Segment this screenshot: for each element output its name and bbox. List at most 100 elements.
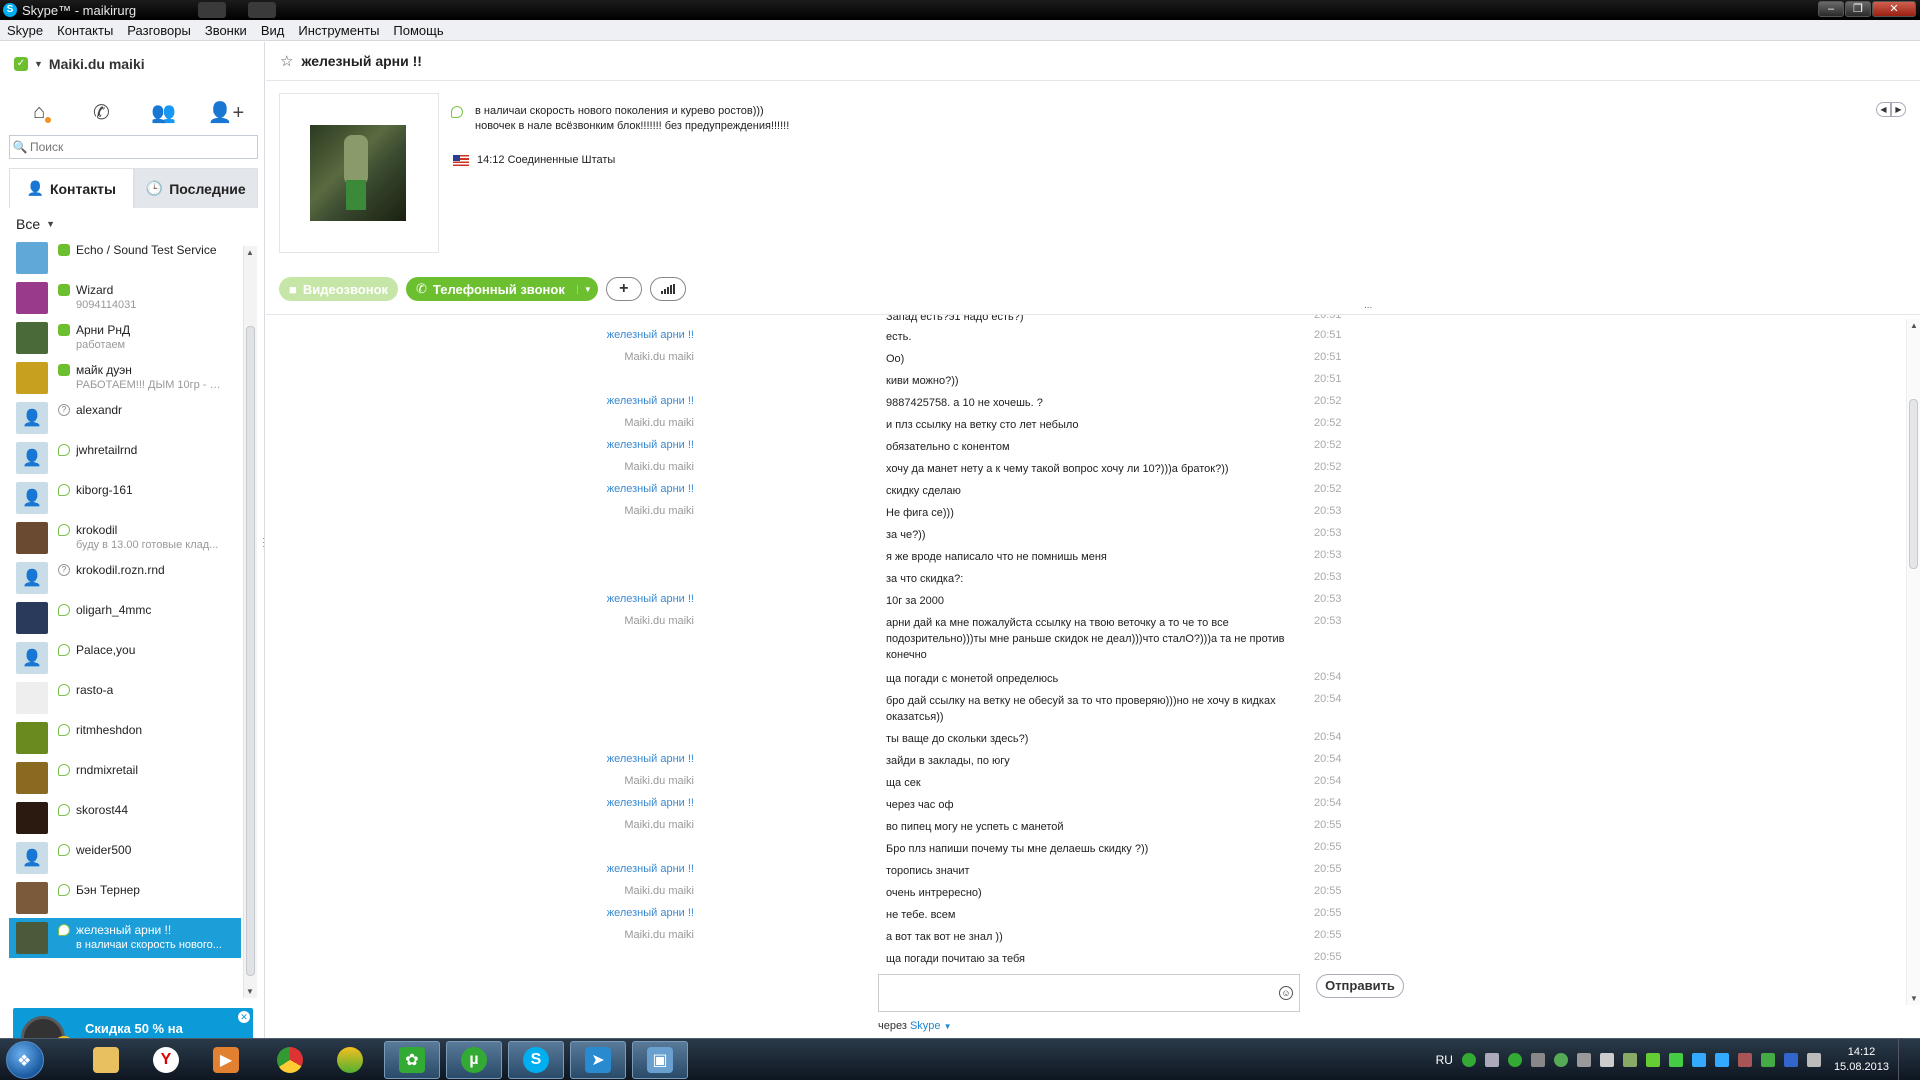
tray-flag-icon[interactable] bbox=[1760, 1053, 1775, 1067]
emoticon-icon[interactable]: ☺ bbox=[1279, 986, 1293, 1000]
message-row[interactable]: бро дай ссылку на ветку не обесуй за то … bbox=[266, 693, 1906, 729]
chevron-down-icon[interactable]: ▼ bbox=[576, 284, 592, 294]
bluetooth-icon[interactable] bbox=[1783, 1053, 1798, 1067]
contact-item[interactable]: 👤? krokodil.rozn.rnd bbox=[9, 558, 241, 598]
clock[interactable]: 14:12 15.08.2013 bbox=[1834, 1045, 1889, 1075]
tray-keyboard-icon[interactable] bbox=[1484, 1053, 1499, 1067]
menu-item[interactable]: Инструменты bbox=[291, 20, 386, 38]
profile-picture[interactable] bbox=[279, 93, 439, 253]
search-input[interactable] bbox=[30, 140, 250, 154]
chevron-right-icon[interactable]: ▶ bbox=[1891, 102, 1906, 117]
contact-item[interactable]: Wizard 9094114031 bbox=[9, 278, 241, 318]
taskbar-icq[interactable]: ✿ bbox=[384, 1041, 440, 1079]
chevron-down-icon[interactable]: ▼ bbox=[34, 59, 43, 69]
message-author[interactable]: Maiki.du maiki bbox=[494, 885, 694, 897]
scroll-thumb[interactable] bbox=[246, 326, 255, 976]
tray-icq-icon[interactable] bbox=[1461, 1053, 1476, 1067]
menu-item[interactable]: Разговоры bbox=[120, 20, 198, 38]
add-button[interactable]: + bbox=[605, 277, 642, 301]
message-row[interactable]: Бро плз напиши почему ты мне делаешь ски… bbox=[266, 841, 1906, 861]
status-online-icon[interactable]: ✓ bbox=[14, 57, 28, 71]
message-author[interactable]: железный арни !! bbox=[494, 483, 694, 495]
taskbar-app[interactable] bbox=[322, 1041, 378, 1079]
video-call-button[interactable]: ■ Видеозвонок bbox=[279, 277, 399, 301]
message-author[interactable]: железный арни !! bbox=[494, 753, 694, 765]
message-history-scrollbar[interactable]: ▲ ▼ bbox=[1906, 319, 1920, 1005]
tray-skype-icon[interactable] bbox=[1691, 1053, 1706, 1067]
message-row[interactable]: железный арни !! скидку сделаю 20:52 bbox=[266, 483, 1906, 503]
message-row[interactable]: Maiki.du maiki арни дай ка мне пожалуйста… bbox=[266, 615, 1906, 667]
message-row[interactable]: железный арни !! не тебе. всем 20:55 bbox=[266, 907, 1906, 927]
message-row[interactable]: железный арни !! 10г за 2000 20:53 bbox=[266, 593, 1906, 613]
contact-item[interactable]: майк дуэн РАБОТАЕМ!!! ДЫМ 10гр - 25... bbox=[9, 358, 241, 398]
taskbar-yandex[interactable]: Y bbox=[138, 1041, 194, 1079]
contact-item[interactable]: 👤 jwhretailrnd bbox=[9, 438, 241, 478]
message-author[interactable]: железный арни !! bbox=[494, 593, 694, 605]
menu-item[interactable]: Помощь bbox=[386, 20, 450, 38]
message-row[interactable]: железный арни !! через час оф 20:54 bbox=[266, 797, 1906, 817]
contact-item[interactable]: Echo / Sound Test Service bbox=[9, 238, 241, 278]
phone-icon[interactable]: ✆ bbox=[81, 97, 121, 127]
menu-item[interactable]: Вид bbox=[254, 20, 292, 38]
pane-splitter[interactable]: · · · bbox=[262, 534, 265, 551]
group-icon[interactable]: 👥 bbox=[144, 97, 184, 127]
tab-recent[interactable]: 🕒 Последние bbox=[133, 168, 258, 208]
language-indicator[interactable]: RU bbox=[1436, 1053, 1453, 1067]
message-author[interactable]: Maiki.du maiki bbox=[494, 351, 694, 363]
taskbar-chrome[interactable] bbox=[262, 1041, 318, 1079]
message-row[interactable]: железный арни !! есть. 20:51 bbox=[266, 329, 1906, 349]
message-author[interactable]: Maiki.du maiki bbox=[494, 461, 694, 473]
show-desktop-button[interactable] bbox=[1898, 1039, 1910, 1080]
message-row[interactable]: за что скидка?: 20:53 bbox=[266, 571, 1906, 591]
contact-item[interactable]: Бэн Тернер bbox=[9, 878, 241, 918]
home-icon[interactable]: ⌂ bbox=[19, 97, 59, 127]
message-author[interactable]: Maiki.du maiki bbox=[494, 929, 694, 941]
contact-item[interactable]: 👤? alexandr bbox=[9, 398, 241, 438]
message-author[interactable]: железный арни !! bbox=[494, 797, 694, 809]
message-author[interactable]: железный арни !! bbox=[494, 907, 694, 919]
message-row[interactable]: железный арни !! зайди в заклады, по югу 2… bbox=[266, 753, 1906, 773]
tray-red-icon[interactable] bbox=[1737, 1053, 1752, 1067]
tray-network-icon[interactable] bbox=[1622, 1053, 1637, 1067]
message-row[interactable]: железный арни !! торопись значит 20:55 bbox=[266, 863, 1906, 883]
tray-display-icon[interactable] bbox=[1714, 1053, 1729, 1067]
message-row[interactable]: Maiki.du maiki во пипец могу не успеть с … bbox=[266, 819, 1906, 839]
message-author[interactable]: железный арни !! bbox=[494, 329, 694, 341]
message-row[interactable]: Запад есть?э1 надо есть?) 20:51 bbox=[266, 315, 1906, 329]
tray-green-icon[interactable] bbox=[1553, 1053, 1568, 1067]
contact-item[interactable]: 👤 kiborg-161 bbox=[9, 478, 241, 518]
chevron-down-icon[interactable]: ▼ bbox=[944, 1022, 952, 1031]
phone-call-button[interactable]: ✆ Телефонный звонок ▼ bbox=[406, 277, 598, 301]
message-row[interactable]: Maiki.du maiki Оо) 20:51 bbox=[266, 351, 1906, 371]
message-row[interactable]: ты ваще до скольки здесь?) 20:54 bbox=[266, 731, 1906, 751]
contact-item[interactable]: krokodil буду в 13.00 готовые клад... bbox=[9, 518, 241, 558]
taskbar-image-viewer[interactable]: ▣ bbox=[632, 1041, 688, 1079]
scroll-down-icon[interactable]: ▼ bbox=[246, 987, 254, 996]
message-author[interactable]: Maiki.du maiki bbox=[494, 417, 694, 429]
taskbar-telegram[interactable]: ➤ bbox=[570, 1041, 626, 1079]
scroll-up-icon[interactable]: ▲ bbox=[1910, 321, 1918, 330]
tray-utorrent-icon[interactable] bbox=[1507, 1053, 1522, 1067]
contact-item[interactable]: ritmheshdon bbox=[9, 718, 241, 758]
close-button[interactable]: ✕ bbox=[1872, 1, 1916, 17]
contact-filter[interactable]: Все ▼ bbox=[16, 216, 55, 232]
message-row[interactable]: Maiki.du maiki и плз ссылку на ветку сто … bbox=[266, 417, 1906, 437]
volume-icon[interactable] bbox=[1599, 1053, 1614, 1067]
contact-item[interactable]: skorost44 bbox=[9, 798, 241, 838]
tray-app-icon[interactable] bbox=[1530, 1053, 1545, 1067]
chevron-left-icon[interactable]: ◀ bbox=[1876, 102, 1891, 117]
taskbar-media[interactable]: ▶ bbox=[198, 1041, 254, 1079]
message-row[interactable]: Maiki.du maiki ща сек 20:54 bbox=[266, 775, 1906, 795]
menu-item[interactable]: Звонки bbox=[198, 20, 254, 38]
message-row[interactable]: Maiki.du maiki очень интрересно) 20:55 bbox=[266, 885, 1906, 905]
message-row[interactable]: киви можно?)) 20:51 bbox=[266, 373, 1906, 393]
message-row[interactable]: железный арни !! обязательно с конентом 20… bbox=[266, 439, 1906, 459]
contact-item[interactable]: rasto-a bbox=[9, 678, 241, 718]
scroll-thumb[interactable] bbox=[1909, 399, 1918, 569]
message-row[interactable]: Maiki.du maiki хочу да манет нету а к чем… bbox=[266, 461, 1906, 481]
message-row[interactable]: я же вроде написало что не помнишь меня 2… bbox=[266, 549, 1906, 569]
contact-item[interactable]: oligarh_4mmc bbox=[9, 598, 241, 638]
scroll-down-icon[interactable]: ▼ bbox=[1910, 994, 1918, 1003]
contact-item[interactable]: 👤 Palace,you bbox=[9, 638, 241, 678]
tray-printer-icon[interactable] bbox=[1576, 1053, 1591, 1067]
